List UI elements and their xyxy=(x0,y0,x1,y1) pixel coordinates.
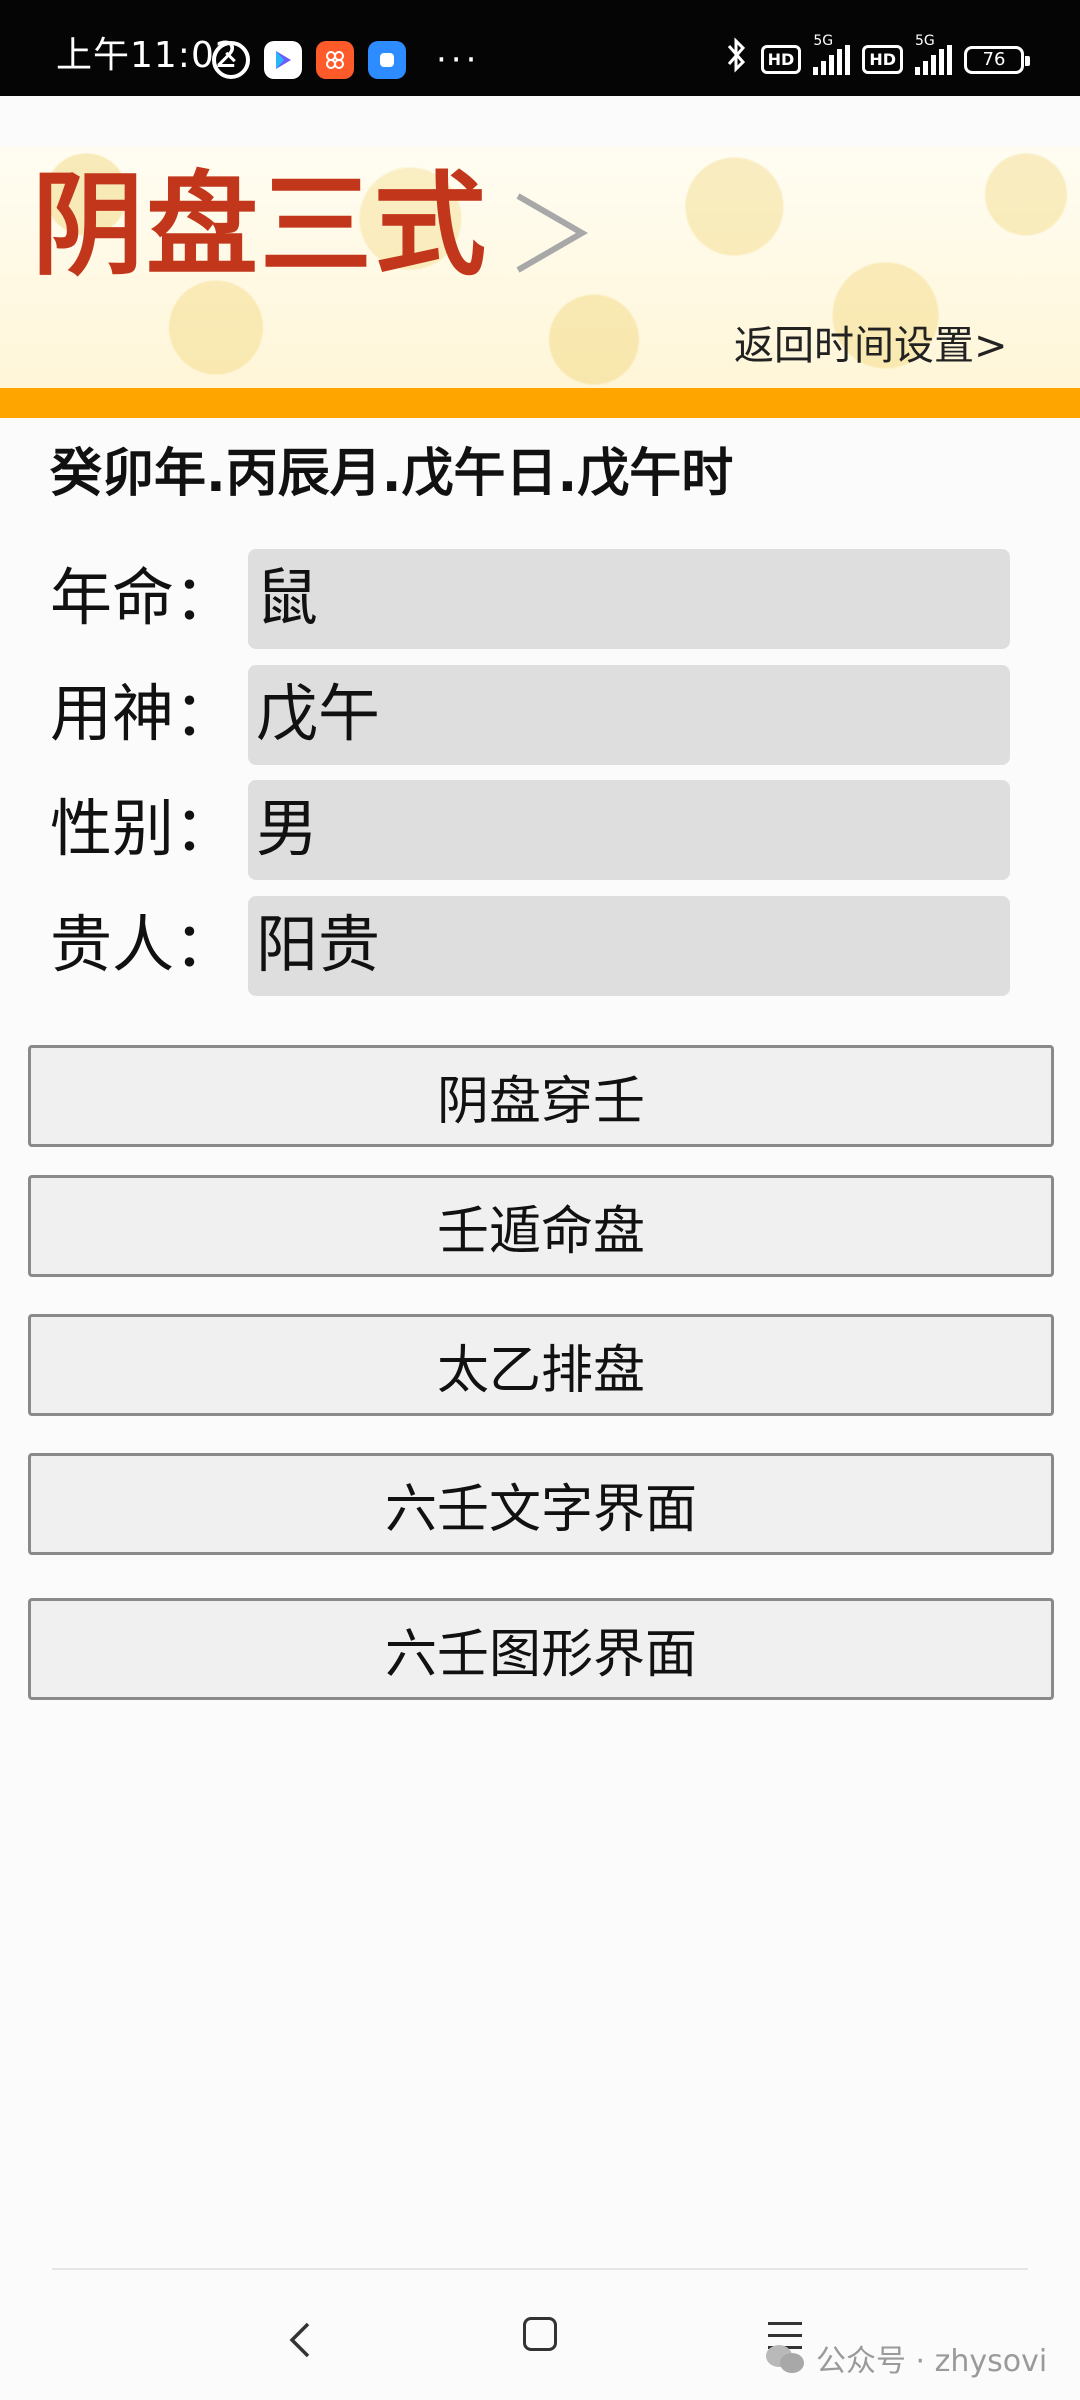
back-nav-icon[interactable] xyxy=(270,2310,330,2370)
play-store-icon xyxy=(264,41,302,79)
bluetooth-icon xyxy=(725,36,749,83)
ganzhi-datetime: 癸卯年.丙辰月.戊午日.戊午时 xyxy=(50,444,734,504)
field-value: 戊午 xyxy=(256,677,381,750)
app-icon-blue xyxy=(368,41,406,79)
field-row-gender: 性别： 男 xyxy=(50,780,1010,880)
field-label: 性别： xyxy=(50,792,237,865)
field-value: 鼠 xyxy=(256,561,319,634)
field-label: 用神： xyxy=(50,677,237,750)
header-accent-strip xyxy=(0,388,1080,418)
guiren-field[interactable]: 阳贵 xyxy=(248,896,1010,996)
field-value: 男 xyxy=(256,792,319,865)
more-notifications-icon: ··· xyxy=(436,40,481,80)
app-icon-orange xyxy=(316,41,354,79)
status-notification-icons: ··· xyxy=(212,40,480,80)
field-label: 年命： xyxy=(50,561,237,634)
field-row-yongshen: 用神： 戊午 xyxy=(50,665,1010,765)
yinpan-chuanren-button[interactable]: 阴盘穿壬 xyxy=(28,1045,1054,1147)
field-row-nianming: 年命： 鼠 xyxy=(50,549,1010,649)
watermark-text: 公众号 · zhysovi xyxy=(816,2344,1048,2379)
back-to-time-settings-link[interactable]: 返回时间设置> xyxy=(734,326,1008,366)
page-title: 阴盘三式 xyxy=(32,161,488,291)
alarm-icon xyxy=(212,41,250,79)
rendun-mingpan-button[interactable]: 壬遁命盘 xyxy=(28,1175,1054,1277)
hd-badge-1: HD xyxy=(760,45,802,74)
battery-icon: 76 xyxy=(964,45,1030,74)
watermark: 公众号 · zhysovi xyxy=(766,2336,1047,2380)
hd-badge-2: HD xyxy=(862,45,903,74)
network-type-1: 5G xyxy=(813,32,834,49)
status-bar: 上午11:02 ··· HD 5G HD 5G 76 xyxy=(0,0,1080,96)
yongshen-field[interactable]: 戊午 xyxy=(248,665,1010,765)
status-system-icons: HD 5G HD 5G 76 xyxy=(725,33,1030,83)
battery-level: 76 xyxy=(982,49,1006,70)
field-value: 阳贵 xyxy=(256,908,381,981)
home-nav-icon[interactable] xyxy=(523,2317,557,2351)
field-row-guiren: 贵人： 阳贵 xyxy=(50,896,1010,996)
wechat-icon xyxy=(766,2343,806,2373)
nav-divider xyxy=(52,2268,1028,2270)
field-label: 贵人： xyxy=(50,908,237,981)
network-type-2: 5G xyxy=(915,32,935,49)
signal-icon-2: 5G xyxy=(915,33,952,75)
chevron-right-icon[interactable] xyxy=(512,188,592,278)
signal-icon-1: 5G xyxy=(813,33,851,75)
nianming-field[interactable]: 鼠 xyxy=(248,549,1010,649)
taiyi-paipan-button[interactable]: 太乙排盘 xyxy=(28,1314,1054,1416)
liuren-graphic-view-button[interactable]: 六壬图形界面 xyxy=(28,1598,1054,1700)
gender-field[interactable]: 男 xyxy=(248,780,1010,880)
liuren-text-view-button[interactable]: 六壬文字界面 xyxy=(28,1453,1054,1555)
